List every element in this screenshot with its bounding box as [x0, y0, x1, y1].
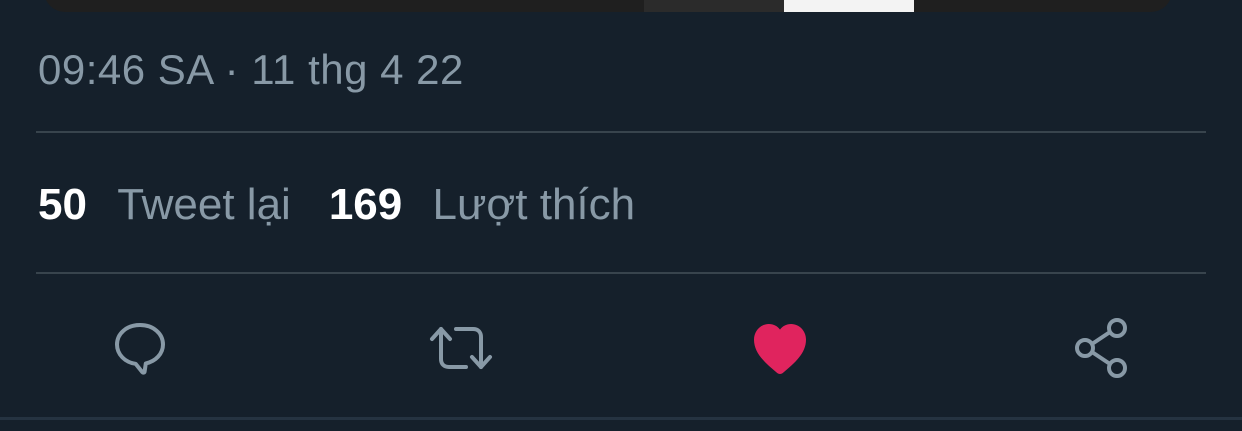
retweet-icon — [430, 327, 492, 369]
divider — [36, 131, 1206, 133]
media-light-region — [784, 0, 914, 12]
divider — [36, 272, 1206, 274]
heart-icon — [754, 324, 806, 374]
tweet-stats: 50 Tweet lại 169 Lượt thích — [38, 180, 635, 230]
like-button[interactable] — [745, 313, 815, 383]
retweets-label: Tweet lại — [117, 180, 291, 229]
likes-stat[interactable]: 169 Lượt thích — [329, 180, 635, 230]
next-section-edge — [0, 420, 1242, 431]
retweet-button[interactable] — [426, 313, 496, 383]
retweets-count: 50 — [38, 180, 87, 229]
reply-icon — [115, 323, 165, 375]
tweet-media-image[interactable] — [44, 0, 1172, 12]
retweets-stat[interactable]: 50 Tweet lại — [38, 180, 291, 230]
share-icon — [1075, 318, 1127, 378]
tweet-action-bar — [0, 313, 1242, 383]
media-dark-region — [644, 0, 784, 12]
tweet-timestamp[interactable]: 09:46 SA · 11 thg 4 22 — [38, 46, 464, 94]
reply-button[interactable] — [105, 313, 175, 383]
likes-count: 169 — [328, 180, 403, 229]
tweet-detail: 09:46 SA · 11 thg 4 22 50 Tweet lại 169 … — [0, 0, 1242, 431]
share-button[interactable] — [1067, 313, 1137, 383]
likes-label: Lượt thích — [432, 180, 636, 229]
